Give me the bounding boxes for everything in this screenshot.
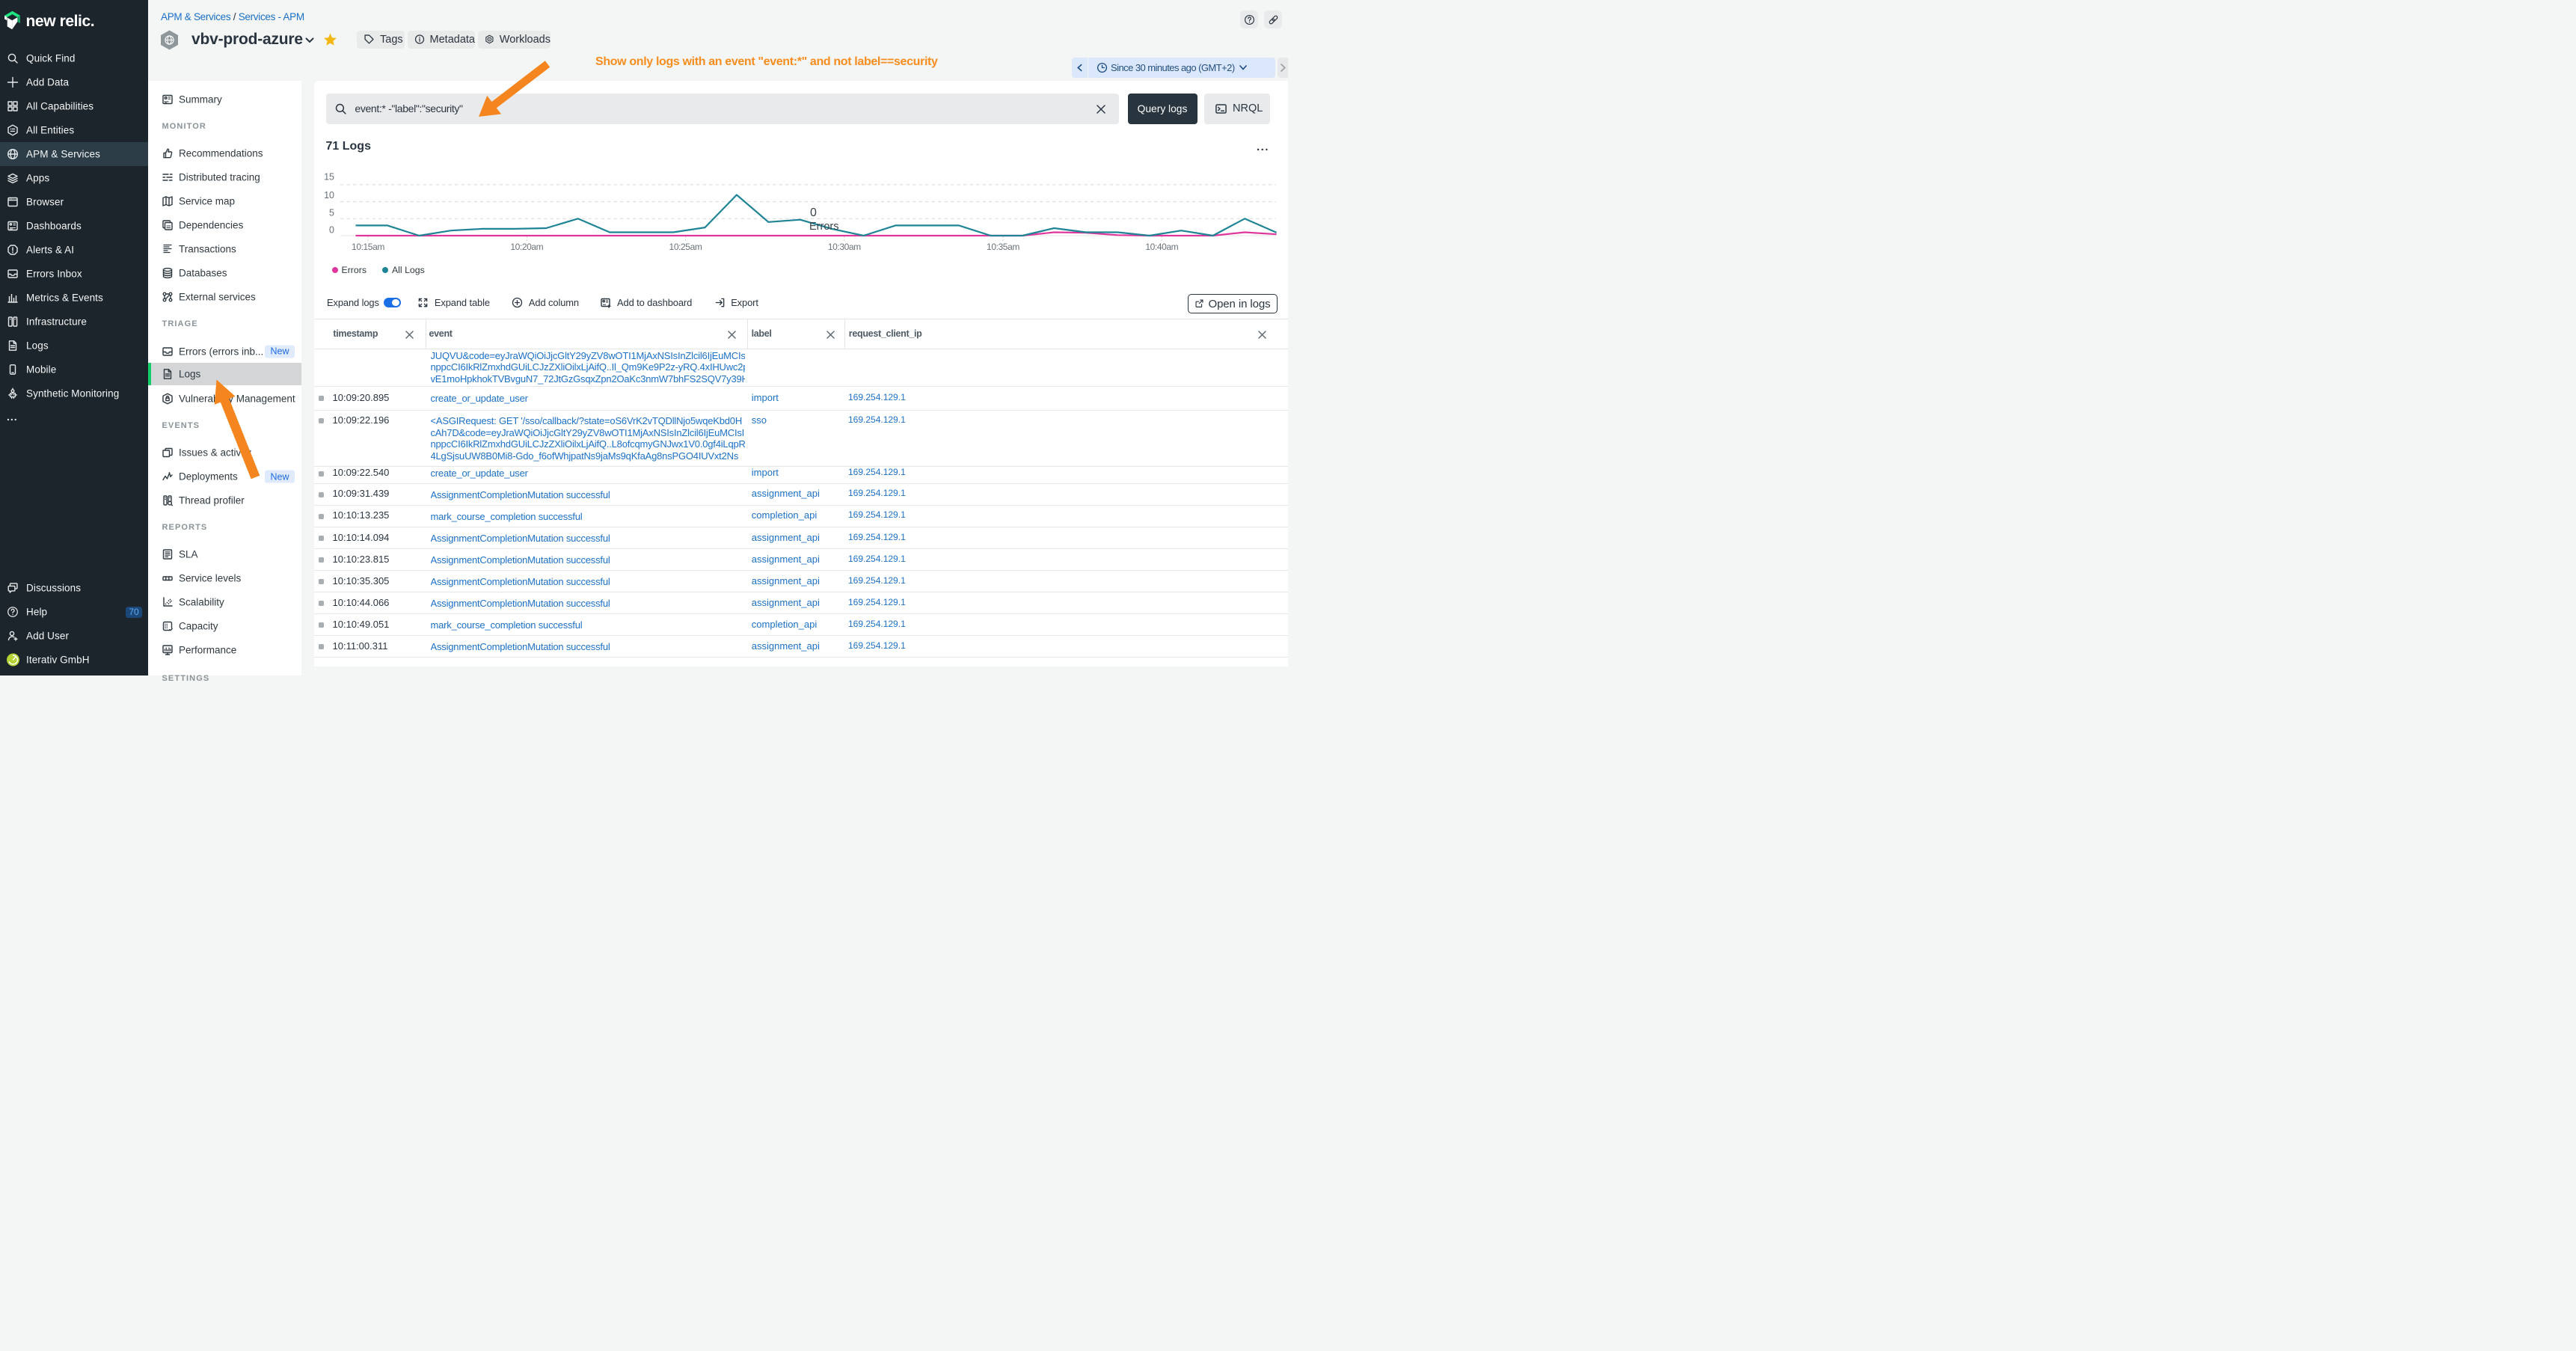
svg-text:0: 0 [810, 206, 817, 219]
svg-text:5: 5 [329, 208, 334, 218]
svg-text:15: 15 [324, 172, 334, 183]
svg-text:10:40am: 10:40am [1145, 242, 1178, 252]
svg-text:10:25am: 10:25am [669, 242, 702, 252]
svg-text:10:15am: 10:15am [352, 242, 384, 252]
svg-text:10: 10 [324, 190, 334, 200]
svg-text:10:20am: 10:20am [510, 242, 543, 252]
svg-text:10:35am: 10:35am [987, 242, 1019, 252]
svg-text:Errors: Errors [809, 221, 838, 233]
svg-text:new relic.: new relic. [25, 13, 94, 30]
svg-text:10:30am: 10:30am [828, 242, 861, 252]
svg-text:0: 0 [329, 224, 334, 235]
